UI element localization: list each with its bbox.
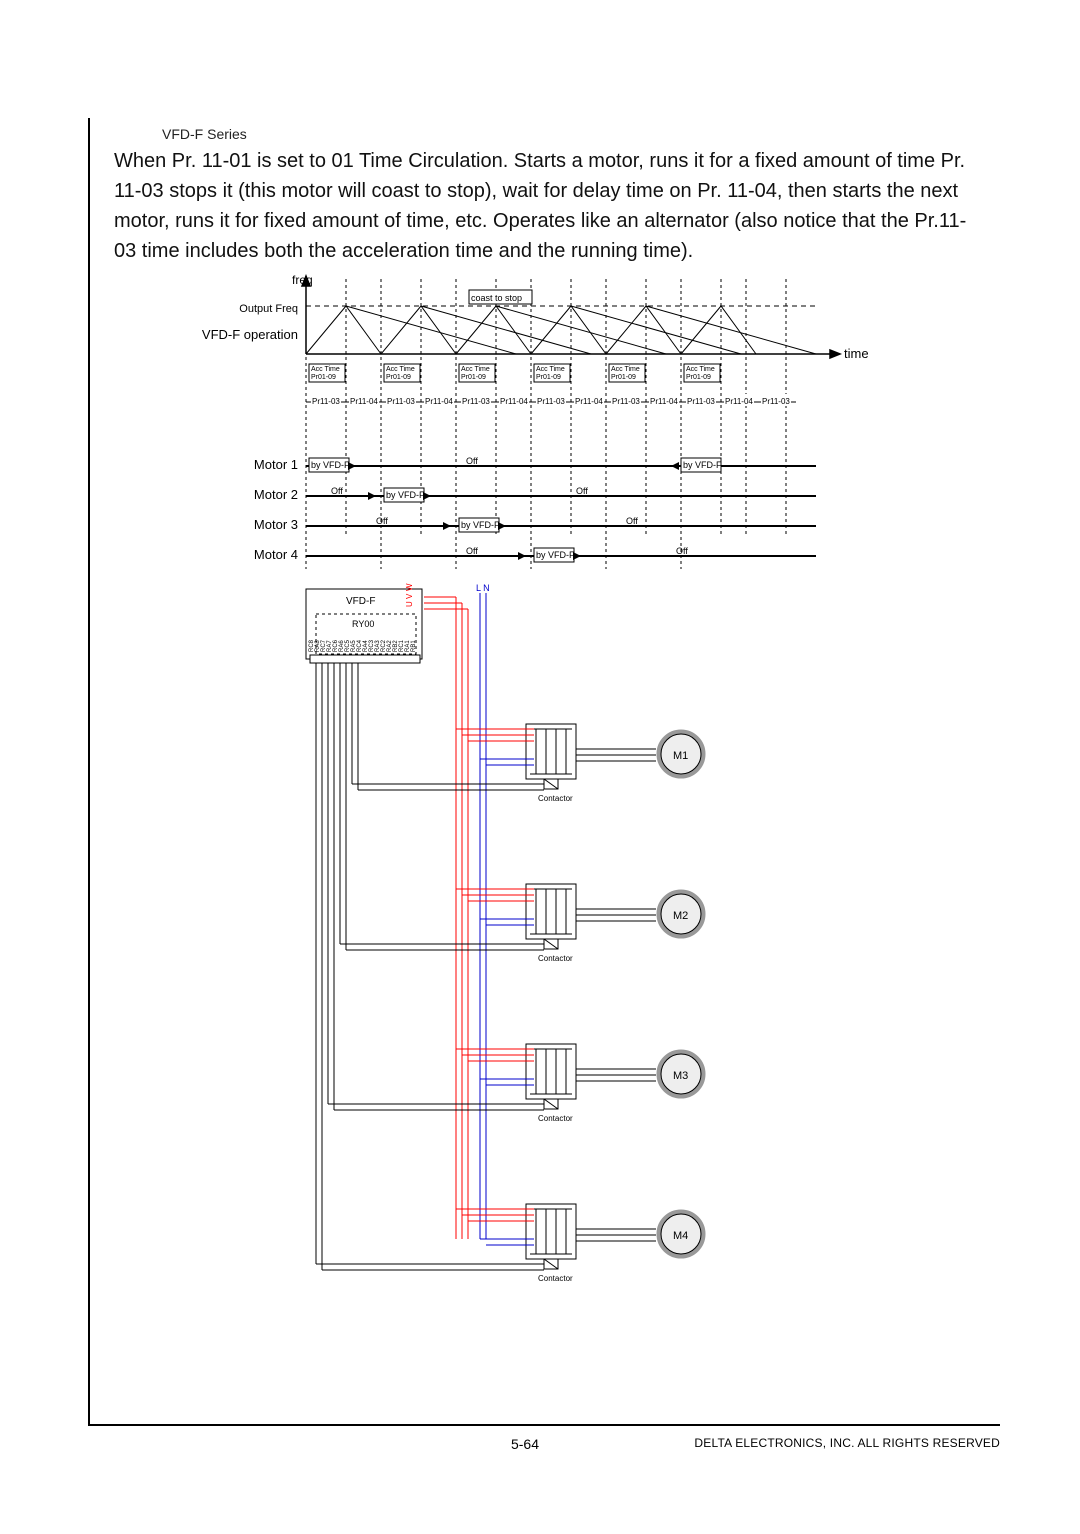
svg-text:by VFD-F: by VFD-F — [536, 550, 575, 560]
svg-text:Off: Off — [466, 456, 478, 466]
svg-text:Acc TimePr01-09: Acc TimePr01-09 — [311, 366, 340, 381]
axis-freq: freq — [292, 274, 313, 287]
svg-text:Acc TimePr01-09: Acc TimePr01-09 — [686, 366, 715, 381]
label-motor3: Motor 3 — [254, 517, 298, 532]
svg-text:Contactor: Contactor — [538, 954, 573, 963]
svg-text:Pr11-03: Pr11-03 — [762, 397, 790, 406]
acc-box-5: Acc TimePr01-09 — [609, 364, 645, 382]
svg-text:W: W — [405, 583, 414, 591]
svg-text:Pr11-04: Pr11-04 — [500, 397, 528, 406]
svg-text:M1: M1 — [673, 750, 688, 762]
svg-text:Off: Off — [376, 516, 388, 526]
diagram: freq Output Freq VFD-F operation time — [116, 274, 974, 1304]
motor-group-3: Contactor M3 — [328, 1044, 703, 1123]
svg-text:by VFD-F: by VFD-F — [311, 460, 350, 470]
label-output-freq: Output Freq — [239, 303, 298, 315]
body-paragraph: When Pr. 11-01 is set to 01 Time Circula… — [114, 146, 976, 266]
series-header: VFD-F Series — [162, 126, 1000, 142]
motor-group-2: Contactor M2 — [340, 884, 703, 963]
label-ln: L N — [476, 583, 490, 593]
svg-text:Off: Off — [626, 516, 638, 526]
svg-text:V: V — [405, 593, 414, 599]
svg-text:M2: M2 — [673, 910, 688, 922]
svg-text:Pr11-03: Pr11-03 — [387, 397, 415, 406]
motor-group-1: Contactor M1 — [352, 724, 703, 803]
timing-chart: freq Output Freq VFD-F operation time — [116, 274, 956, 574]
svg-text:Contactor: Contactor — [538, 1114, 573, 1123]
svg-text:U: U — [405, 601, 414, 607]
svg-text:Pr11-04: Pr11-04 — [575, 397, 603, 406]
label-motor2: Motor 2 — [254, 487, 298, 502]
svg-text:Pr11-03: Pr11-03 — [537, 397, 565, 406]
svg-text:Pr11-04: Pr11-04 — [425, 397, 453, 406]
label-ry00: RY00 — [352, 619, 374, 629]
svg-text:Acc TimePr01-09: Acc TimePr01-09 — [461, 366, 490, 381]
svg-text:by VFD-F: by VFD-F — [683, 460, 722, 470]
label-drive: VFD-F — [346, 596, 375, 607]
svg-text:by VFD-F: by VFD-F — [386, 490, 425, 500]
svg-text:Acc TimePr01-09: Acc TimePr01-09 — [611, 366, 640, 381]
svg-text:Pr11-04: Pr11-04 — [350, 397, 378, 406]
label-motor4: Motor 4 — [254, 547, 298, 562]
label-coast: coast to stop — [471, 293, 522, 303]
acc-box-3: Acc TimePr01-09 — [459, 364, 495, 382]
svg-text:Contactor: Contactor — [538, 794, 573, 803]
acc-box-6: Acc TimePr01-09 — [684, 364, 720, 382]
svg-text:Acc TimePr01-09: Acc TimePr01-09 — [536, 366, 565, 381]
svg-text:Off: Off — [466, 546, 478, 556]
svg-text:Pr11-03: Pr11-03 — [687, 397, 715, 406]
svg-text:Pr11-03: Pr11-03 — [612, 397, 640, 406]
svg-text:M4: M4 — [673, 1230, 688, 1242]
motor-group-4: Contactor M4 — [316, 1204, 703, 1283]
svg-text:M3: M3 — [673, 1070, 688, 1082]
svg-text:Contactor: Contactor — [538, 1274, 573, 1283]
svg-text:Pr11-03: Pr11-03 — [462, 397, 490, 406]
wiring-diagram: VFD-F RY00 U V W L N RC8 RA8 RC7 RA7 — [116, 579, 956, 1299]
page-number: 5-64 — [90, 1436, 551, 1452]
svg-text:Off: Off — [331, 486, 343, 496]
acc-box-1: Acc TimePr01-09 — [309, 364, 345, 382]
axis-time: time — [844, 346, 869, 361]
svg-text:Pr11-04: Pr11-04 — [650, 397, 678, 406]
svg-text:Pr11-04: Pr11-04 — [725, 397, 753, 406]
copyright: DELTA ELECTRONICS, INC. ALL RIGHTS RESER… — [551, 1436, 1000, 1452]
svg-text:Off: Off — [576, 486, 588, 496]
svg-text:RB1: RB1 — [411, 640, 417, 652]
svg-text:Acc TimePr01-09: Acc TimePr01-09 — [386, 366, 415, 381]
label-motor1: Motor 1 — [254, 457, 298, 472]
acc-box-4: Acc TimePr01-09 — [534, 364, 570, 382]
svg-text:Pr11-03: Pr11-03 — [312, 397, 340, 406]
svg-text:Off: Off — [676, 546, 688, 556]
label-vfd-operation: VFD-F operation — [202, 327, 298, 342]
acc-box-2: Acc TimePr01-09 — [384, 364, 420, 382]
svg-text:by VFD-F: by VFD-F — [461, 520, 500, 530]
